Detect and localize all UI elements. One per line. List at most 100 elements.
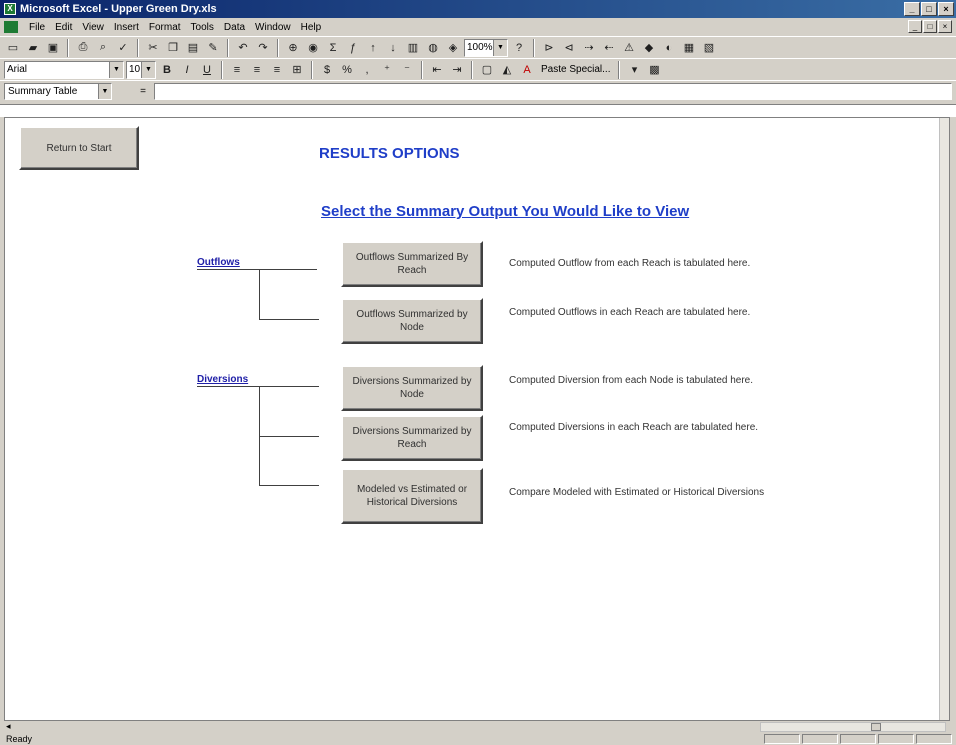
menu-format[interactable]: Format (144, 22, 186, 33)
maximize-button[interactable]: □ (921, 2, 937, 16)
document-controls: _ □ × (908, 20, 952, 33)
save-icon[interactable]: ▣ (44, 39, 62, 57)
equals-icon[interactable]: = (132, 86, 154, 97)
toolbar-separator (277, 38, 279, 57)
chevron-down-icon: ▼ (98, 84, 111, 99)
office-assistant-icon[interactable]: ? (510, 39, 528, 57)
menu-view[interactable]: View (77, 22, 109, 33)
menu-help[interactable]: Help (296, 22, 327, 33)
diversions-by-reach-button[interactable]: Diversions Summarized by Reach (341, 415, 483, 461)
trace-error-icon[interactable]: ⚠ (620, 39, 638, 57)
chart-wizard-icon[interactable]: ▥ (404, 39, 422, 57)
print-preview-icon[interactable]: ⌕ (94, 39, 112, 57)
status-panel (878, 734, 914, 744)
borders-icon[interactable]: ▢ (478, 61, 496, 79)
name-box[interactable]: Summary Table ▼ (4, 83, 112, 100)
remove-dependent-arrows-icon[interactable]: ⇠ (600, 39, 618, 57)
map-icon[interactable]: ◍ (424, 39, 442, 57)
toolbar-separator (227, 38, 229, 57)
menu-tools[interactable]: Tools (186, 22, 219, 33)
outflows-link[interactable]: Outflows (197, 257, 240, 268)
window-controls: _ □ × (904, 2, 954, 16)
copy-icon[interactable]: ❐ (164, 39, 182, 57)
font-color-icon[interactable]: A (518, 61, 536, 79)
return-to-start-button[interactable]: Return to Start (19, 126, 139, 170)
zoom-value: 100% (467, 41, 493, 53)
drawing-icon[interactable]: ◈ (444, 39, 462, 57)
page-title: RESULTS OPTIONS (319, 145, 460, 162)
undo-icon[interactable]: ↶ (234, 39, 252, 57)
horizontal-scrollbar[interactable] (760, 722, 946, 732)
paste-special-button[interactable]: Paste Special... (538, 64, 613, 75)
doc-minimize-button[interactable]: _ (908, 20, 922, 33)
doc-restore-button[interactable]: □ (923, 20, 937, 33)
menu-insert[interactable]: Insert (109, 22, 144, 33)
outflows-by-reach-button[interactable]: Outflows Summarized By Reach (341, 241, 483, 287)
font-size-select[interactable]: 10 ▼ (126, 60, 156, 79)
fill-color-icon[interactable]: ◭ (498, 61, 516, 79)
zoom-select[interactable]: 100% ▼ (464, 38, 508, 57)
italic-icon[interactable]: I (178, 61, 196, 79)
sort-descending-icon[interactable]: ↓ (384, 39, 402, 57)
spelling-icon[interactable]: ✓ (114, 39, 132, 57)
show-info-icon[interactable]: ▧ (700, 39, 718, 57)
menu-window[interactable]: Window (250, 22, 296, 33)
new-comment-icon[interactable]: ◆ (640, 39, 658, 57)
percent-icon[interactable]: % (338, 61, 356, 79)
merge-center-icon[interactable]: ⊞ (288, 61, 306, 79)
align-right-icon[interactable]: ≡ (268, 61, 286, 79)
bold-icon[interactable]: B (158, 61, 176, 79)
formatting-toolbar: Arial ▼ 10 ▼ B I U ≡ ≡ ≡ ⊞ $ % , ⁺ ⁻ ⇤ ⇥… (0, 58, 956, 80)
doc-close-button[interactable]: × (938, 20, 952, 33)
align-left-icon[interactable]: ≡ (228, 61, 246, 79)
align-center-icon[interactable]: ≡ (248, 61, 266, 79)
hyperlink-icon[interactable]: ⊕ (284, 39, 302, 57)
chevron-down-icon: ▼ (493, 39, 507, 56)
menu-edit[interactable]: Edit (50, 22, 77, 33)
new-icon[interactable]: ▭ (4, 39, 22, 57)
connector-line (259, 319, 319, 320)
diversions-link[interactable]: Diversions (197, 374, 248, 385)
redo-icon[interactable]: ↷ (254, 39, 272, 57)
worksheet[interactable]: Return to Start RESULTS OPTIONS Select t… (4, 117, 950, 721)
clear-validation-icon[interactable]: ▦ (680, 39, 698, 57)
circle-invalid-icon[interactable]: ◐ (660, 39, 678, 57)
menu-data[interactable]: Data (219, 22, 250, 33)
web-toolbar-icon[interactable]: ◉ (304, 39, 322, 57)
chevron-down-icon: ▼ (141, 61, 155, 78)
decrease-decimal-icon[interactable]: ⁻ (398, 61, 416, 79)
currency-icon[interactable]: $ (318, 61, 336, 79)
minimize-button[interactable]: _ (904, 2, 920, 16)
paste-values-icon[interactable]: ▾ (625, 61, 643, 79)
outflows-by-node-button[interactable]: Outflows Summarized by Node (341, 298, 483, 344)
sheet-tab-scroll[interactable]: ◂ (0, 721, 700, 733)
formula-input[interactable] (154, 83, 952, 100)
open-icon[interactable]: ▰ (24, 39, 42, 57)
font-select[interactable]: Arial ▼ (4, 60, 124, 79)
print-icon[interactable]: ⎙ (74, 39, 92, 57)
diversions-by-node-button[interactable]: Diversions Summarized by Node (341, 365, 483, 411)
sheet-icon[interactable]: ▩ (645, 61, 663, 79)
paste-icon[interactable]: ▤ (184, 39, 202, 57)
close-button[interactable]: × (938, 2, 954, 16)
decrease-indent-icon[interactable]: ⇤ (428, 61, 446, 79)
increase-decimal-icon[interactable]: ⁺ (378, 61, 396, 79)
increase-indent-icon[interactable]: ⇥ (448, 61, 466, 79)
modeled-vs-historical-button[interactable]: Modeled vs Estimated or Historical Diver… (341, 468, 483, 524)
window-title: Microsoft Excel - Upper Green Dry.xls (20, 3, 217, 15)
trace-precedents-icon[interactable]: ⊳ (540, 39, 558, 57)
remove-arrows-icon[interactable]: ⇢ (580, 39, 598, 57)
trace-dependents-icon[interactable]: ⊲ (560, 39, 578, 57)
format-painter-icon[interactable]: ✎ (204, 39, 222, 57)
menu-bar: File Edit View Insert Format Tools Data … (0, 18, 956, 36)
workbook-icon[interactable] (4, 21, 18, 33)
vertical-scrollbar[interactable] (939, 118, 949, 720)
menu-file[interactable]: File (24, 22, 50, 33)
autosum-icon[interactable]: Σ (324, 39, 342, 57)
comma-icon[interactable]: , (358, 61, 376, 79)
sort-ascending-icon[interactable]: ↑ (364, 39, 382, 57)
cut-icon[interactable]: ✂ (144, 39, 162, 57)
underline-icon[interactable]: U (198, 61, 216, 79)
scroll-thumb[interactable] (871, 723, 881, 731)
function-icon[interactable]: ƒ (344, 39, 362, 57)
